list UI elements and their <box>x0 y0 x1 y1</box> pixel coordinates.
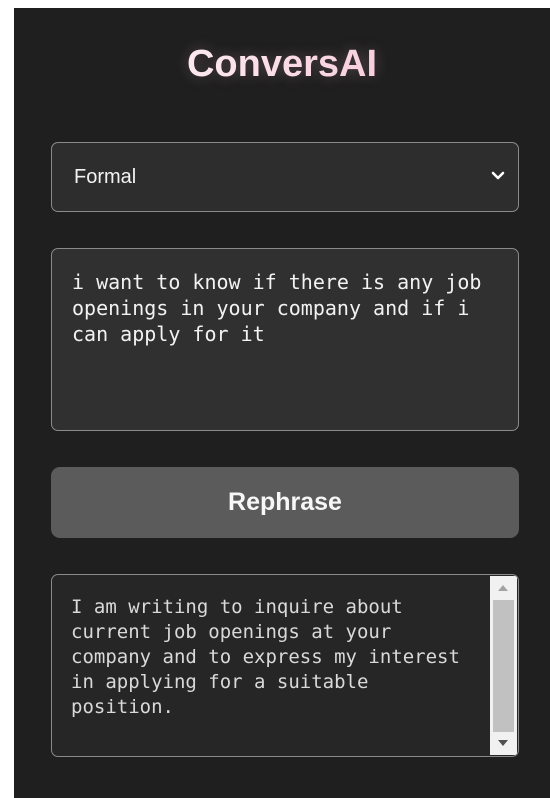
output-textarea[interactable]: I am writing to inquire about current jo… <box>51 574 519 757</box>
scroll-down-arrow-icon[interactable] <box>498 740 508 746</box>
app-panel: ConversAI Formal i want to know if there… <box>14 8 550 798</box>
app-title: ConversAI <box>14 40 550 88</box>
scroll-thumb[interactable] <box>493 600 514 732</box>
chevron-down-icon <box>491 171 505 180</box>
output-scrollbar[interactable] <box>490 576 517 755</box>
rephrase-button[interactable]: Rephrase <box>51 467 519 538</box>
scroll-up-arrow-icon[interactable] <box>498 585 508 591</box>
input-textarea[interactable]: i want to know if there is any job openi… <box>51 248 519 431</box>
tone-select[interactable]: Formal <box>51 142 519 212</box>
output-text: I am writing to inquire about current jo… <box>71 596 472 718</box>
tone-select-value: Formal <box>74 166 137 188</box>
